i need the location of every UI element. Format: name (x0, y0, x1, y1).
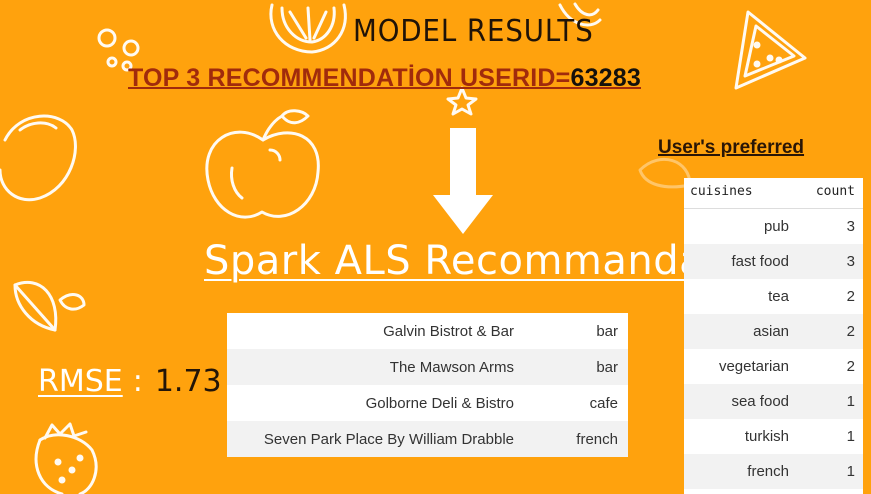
slide: MODEL RESULTS TOP 3 RECOMMENDATİON USERI… (0, 0, 871, 494)
column-header-cuisines: cuisines (690, 184, 753, 199)
orange-slice-icon (269, 3, 347, 54)
recommendation-subtitle: TOP 3 RECOMMENDATİON USERID=63283 (128, 64, 641, 93)
restaurant-type: bar (596, 358, 618, 376)
apple-icon (205, 109, 320, 219)
cuisine-count: 2 (846, 358, 855, 375)
rmse-metric: RMSE:1.73 (38, 364, 222, 399)
lemon-icon (0, 114, 77, 202)
restaurant-name: Golborne Deli & Bistro (365, 394, 514, 412)
user-id: 63283 (570, 64, 641, 92)
rmse-label: RMSE (38, 364, 123, 399)
cuisine-count: 3 (846, 253, 855, 270)
subtitle-prefix: TOP 3 RECOMMENDATİON USERID= (128, 64, 571, 92)
cuisine-count: 1 (846, 393, 855, 410)
table-row: fast food 3 (684, 244, 863, 279)
strawberry-icon (34, 422, 98, 494)
cuisine-count: 2 (846, 288, 855, 305)
cuisine-name: fast food (731, 253, 789, 270)
cuisine-name: french (747, 463, 789, 480)
cuisine-count: 3 (846, 218, 855, 235)
table-row: sea food 1 (684, 384, 863, 419)
cuisine-name: pub (763, 218, 789, 235)
cuisine-name: sea food (731, 393, 789, 410)
recommendations-table: Galvin Bistrot & Bar bar The Mawson Arms… (227, 313, 628, 457)
table-row: turkish 1 (684, 419, 863, 454)
rmse-separator: : (132, 364, 143, 399)
cuisine-name: tea (768, 288, 789, 305)
table-header: cuisines count (684, 178, 863, 209)
rmse-value: 1.73 (154, 364, 222, 399)
restaurant-name: The Mawson Arms (389, 358, 514, 376)
table-row: The Mawson Arms bar (227, 349, 628, 385)
table-row: Seven Park Place By William Drabble fren… (227, 421, 628, 457)
column-header-count: count (815, 184, 855, 199)
table-row: tea 2 (684, 279, 863, 314)
table-row: pub 3 (684, 209, 863, 244)
table-row: french 1 (684, 454, 863, 489)
cuisines-table: cuisines count pub 3 fast food 3 tea 2 a… (684, 178, 863, 494)
cuisine-count: 1 (846, 463, 855, 480)
down-arrow-icon (433, 128, 493, 234)
cuisine-name: asian (753, 323, 789, 340)
table-row: vegetarian 2 (684, 349, 863, 384)
watermelon-slice-icon (734, 10, 807, 90)
cuisine-name: turkish (744, 428, 789, 445)
cuisine-name: vegetarian (718, 358, 789, 375)
cuisine-count: 2 (846, 323, 855, 340)
cuisine-count: 1 (846, 428, 855, 445)
restaurant-type: cafe (589, 394, 618, 412)
leaf-decoration-icon (638, 157, 692, 189)
table-row: Galvin Bistrot & Bar bar (227, 313, 628, 349)
preferences-title: User's preferred (658, 137, 805, 158)
page-title: MODEL RESULTS (353, 14, 594, 49)
table-row: Golborne Deli & Bistro cafe (227, 385, 628, 421)
restaurant-type: french (576, 430, 618, 448)
restaurant-type: bar (596, 322, 618, 340)
table-row: asian 2 (684, 314, 863, 349)
leaves-icon (13, 280, 86, 332)
restaurant-name: Seven Park Place By William Drabble (263, 430, 514, 448)
restaurant-name: Galvin Bistrot & Bar (383, 322, 514, 340)
